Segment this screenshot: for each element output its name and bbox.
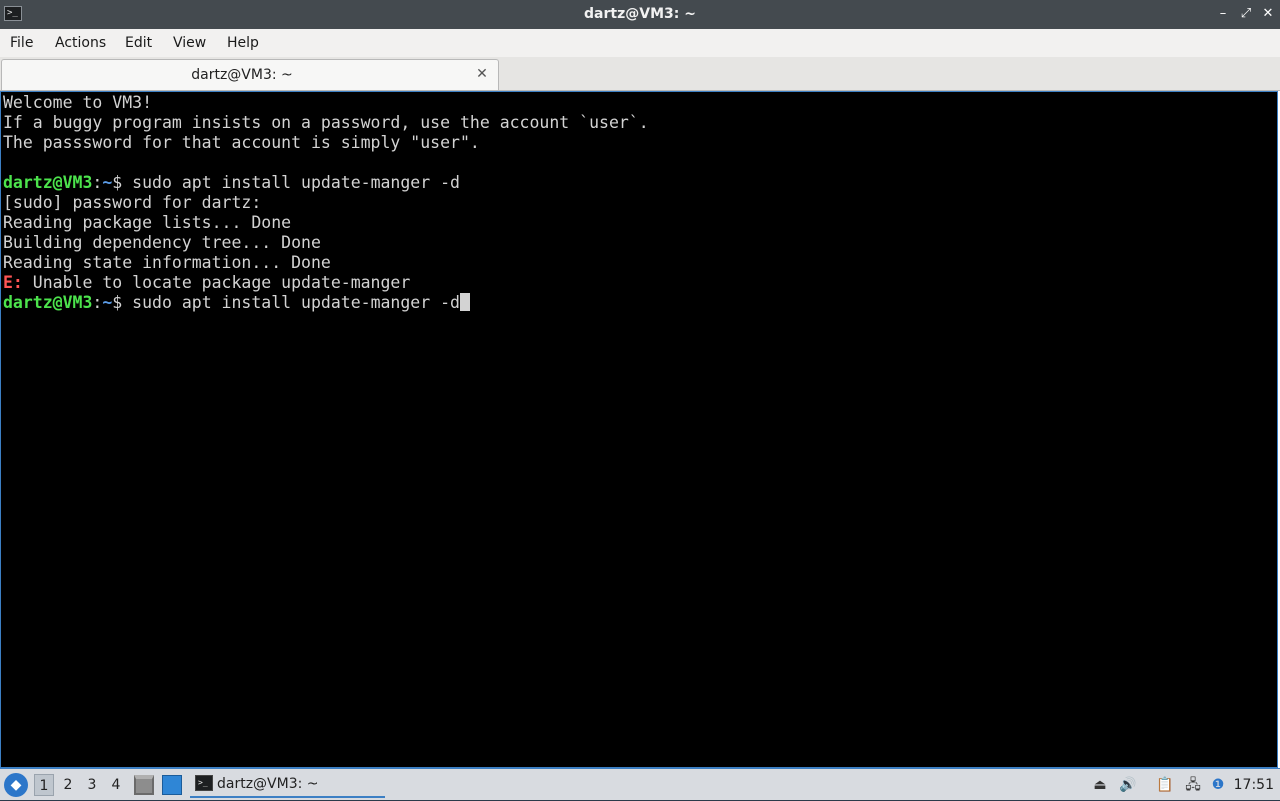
welcome-line: The passsword for that account is simply… <box>3 133 480 152</box>
tab-close-icon[interactable]: ✕ <box>474 65 490 83</box>
prompt-user: dartz@VM3 <box>3 293 93 312</box>
workspace-2[interactable]: 2 <box>58 774 78 796</box>
clock[interactable]: 17:51 <box>1234 769 1274 801</box>
clipboard-icon[interactable]: 📋 <box>1155 775 1175 795</box>
menu-actions[interactable]: Actions <box>45 29 116 57</box>
prompt-separator: : <box>92 173 103 192</box>
output-line: Building dependency tree... Done <box>3 233 321 252</box>
command-line: dartz@VM3:~$ sudo apt install update-man… <box>3 173 1277 193</box>
prompt-symbol: $ <box>112 293 123 312</box>
taskbar-task-terminal[interactable]: >_ dartz@VM3: ~ <box>190 772 385 798</box>
workspace-1[interactable]: 1 <box>34 774 54 796</box>
close-button[interactable]: ✕ <box>1259 5 1277 23</box>
command-text: sudo apt install update-manger -d <box>122 173 460 192</box>
menu-bar: File Actions Edit View Help <box>0 29 1280 58</box>
output-line: Reading state information... Done <box>3 253 331 272</box>
command-input[interactable]: sudo apt install update-manger -d <box>122 293 460 312</box>
menu-view[interactable]: View <box>163 29 216 57</box>
workspace-4[interactable]: 4 <box>106 774 126 796</box>
volume-icon[interactable]: 🔊 <box>1118 775 1138 795</box>
tab-label[interactable]: dartz@VM3: ~ <box>2 60 482 90</box>
terminal-output[interactable]: Welcome to VM3! If a buggy program insis… <box>0 91 1278 768</box>
taskbar: ◆ 1 2 3 4 >_ dartz@VM3: ~ ⏏ 🔊 📋 🖧 ❶ 17:5… <box>0 768 1280 800</box>
prompt-user: dartz@VM3 <box>3 173 93 192</box>
window-title: dartz@VM3: ~ <box>584 6 696 22</box>
title-bar[interactable]: >_ dartz@VM3: ~ – ⤢ ✕ <box>0 0 1280 29</box>
tab-terminal[interactable]: dartz@VM3: ~ ✕ <box>1 59 499 90</box>
prompt-path: ~ <box>102 173 113 192</box>
text-cursor <box>459 293 470 311</box>
network-icon[interactable]: 🖧 <box>1183 775 1203 795</box>
removable-media-icon[interactable]: ⏏ <box>1090 775 1110 795</box>
tab-bar: dartz@VM3: ~ ✕ <box>0 57 1280 91</box>
lxqt-start-icon[interactable]: ◆ <box>4 773 28 797</box>
terminal-icon: >_ <box>195 775 213 791</box>
task-label: dartz@VM3: ~ <box>217 776 319 792</box>
menu-help[interactable]: Help <box>217 29 269 57</box>
error-line: E: Unable to locate package update-mange… <box>3 273 1277 293</box>
minimize-button[interactable]: – <box>1214 5 1232 23</box>
maximize-button[interactable]: ⤢ <box>1237 5 1255 23</box>
command-line[interactable]: dartz@VM3:~$ sudo apt install update-man… <box>3 293 1277 313</box>
workspace-3[interactable]: 3 <box>82 774 102 796</box>
prompt-path: ~ <box>102 293 113 312</box>
prompt-separator: : <box>92 293 103 312</box>
menu-file[interactable]: File <box>0 29 43 57</box>
show-desktop-icon[interactable] <box>162 775 182 795</box>
output-line: [sudo] password for dartz: <box>3 193 262 212</box>
welcome-line: If a buggy program insists on a password… <box>3 113 649 132</box>
menu-edit[interactable]: Edit <box>115 29 162 57</box>
welcome-line: Welcome to VM3! <box>3 93 153 112</box>
file-manager-icon[interactable] <box>134 775 154 795</box>
error-text: Unable to locate package update-manger <box>22 273 411 292</box>
output-line: Reading package lists... Done <box>3 213 292 232</box>
prompt-symbol: $ <box>112 173 123 192</box>
update-notifier-icon[interactable]: ❶ <box>1208 775 1228 795</box>
error-label: E: <box>3 273 23 292</box>
terminal-window: >_ dartz@VM3: ~ – ⤢ ✕ File Actions Edit … <box>0 0 1280 768</box>
